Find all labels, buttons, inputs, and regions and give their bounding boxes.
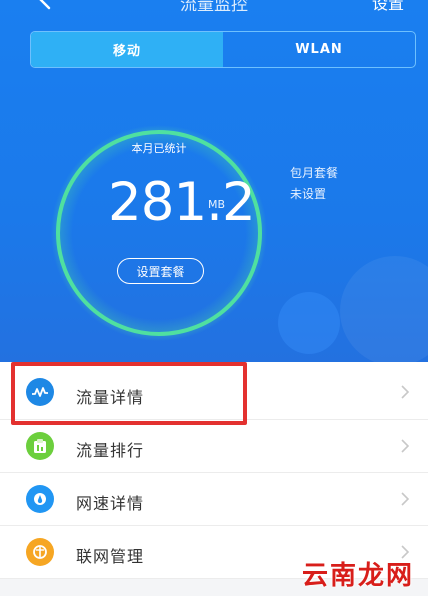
traffic-header: 流量监控 设置 移动 WLAN 本月已统计 281.2 MB 设置套餐 包月套餐…: [0, 0, 428, 362]
watermark: 云南龙网: [301, 561, 414, 591]
menu-item-label: 网速详情: [76, 494, 145, 513]
plan-type-label: 包月套餐: [290, 166, 339, 180]
menu-item-speed-detail[interactable]: 网速详情: [0, 473, 428, 526]
settings-button[interactable]: 设置: [372, 0, 404, 14]
top-bar: 流量监控 设置: [0, 0, 428, 16]
network-manage-icon: [26, 538, 54, 566]
menu-item-label: 联网管理: [76, 547, 145, 566]
decorative-bubble: [340, 256, 428, 362]
tab-mobile[interactable]: 移动: [31, 32, 223, 67]
usage-ring: 本月已统计 281.2 MB 设置套餐: [50, 124, 268, 342]
menu-item-label: 流量排行: [76, 441, 145, 460]
decorative-bubble: [278, 292, 340, 354]
chevron-right-icon: [401, 439, 410, 453]
chevron-right-icon: [401, 492, 410, 506]
tab-wlan[interactable]: WLAN: [223, 32, 415, 67]
network-type-switch: 移动 WLAN: [30, 31, 416, 68]
plan-status-label: 未设置: [290, 187, 327, 201]
feature-list: 流量详情 流量排行 网速详情 联网管理: [0, 362, 428, 579]
phone-screen: 流量监控 设置 移动 WLAN 本月已统计 281.2 MB 设置套餐 包月套餐…: [0, 0, 428, 596]
plan-info: 包月套餐 未设置: [290, 163, 338, 205]
usage-unit: MB: [208, 198, 226, 211]
set-plan-button[interactable]: 设置套餐: [117, 258, 204, 284]
ranking-icon: [26, 432, 54, 460]
menu-item-traffic-detail[interactable]: 流量详情: [0, 362, 428, 420]
speed-icon: [26, 485, 54, 513]
chevron-right-icon: [401, 385, 410, 399]
menu-item-label: 流量详情: [76, 388, 145, 407]
wave-icon: [26, 378, 54, 406]
usage-caption: 本月已统计: [131, 142, 187, 155]
menu-item-traffic-ranking[interactable]: 流量排行: [0, 420, 428, 473]
usage-ring-graphic: [51, 125, 267, 341]
page-title: 流量监控: [180, 0, 248, 15]
